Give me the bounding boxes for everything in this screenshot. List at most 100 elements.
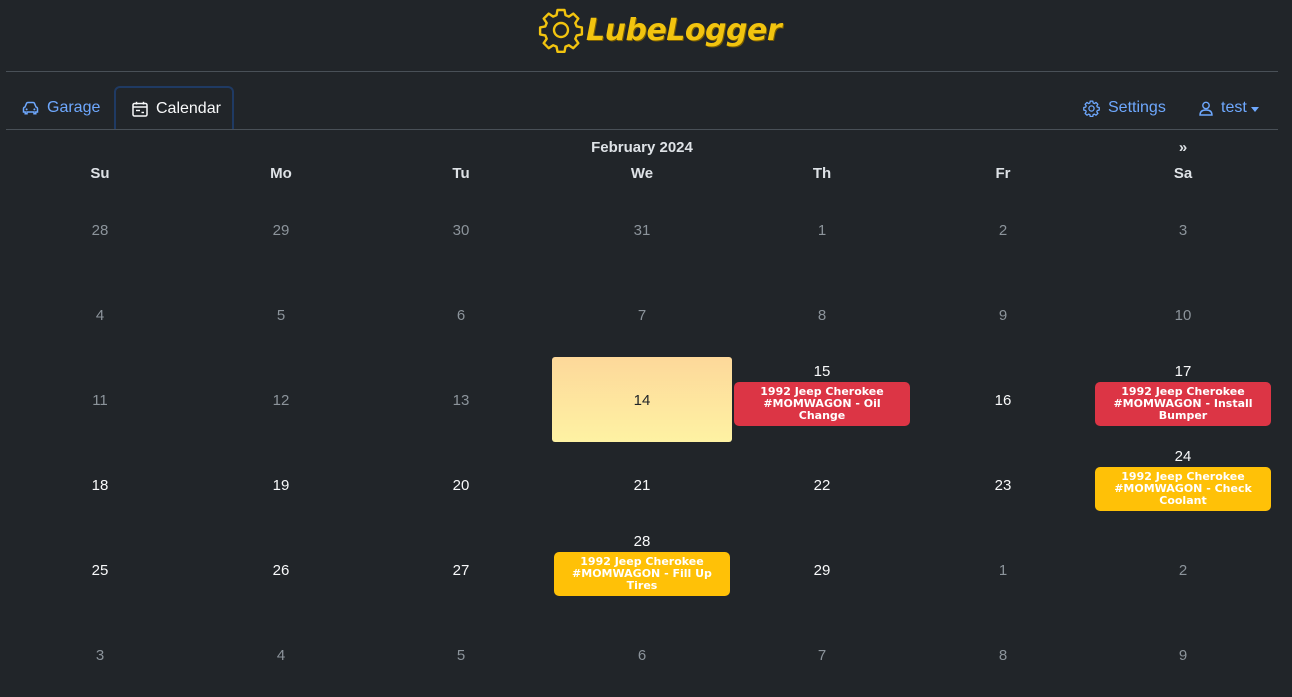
day-number: 30 <box>452 222 470 239</box>
calendar-day[interactable]: 2 <box>1093 527 1273 612</box>
calendar-day[interactable]: 20 <box>371 442 551 527</box>
settings-link[interactable]: Settings <box>1083 99 1166 117</box>
calendar-day-today[interactable]: 14 <box>552 357 732 442</box>
calendar-day[interactable]: 7 <box>552 272 732 357</box>
caret-down-icon <box>1250 106 1259 112</box>
settings-label: Settings <box>1108 99 1166 116</box>
calendar-day[interactable]: 25 <box>10 527 190 612</box>
day-number: 7 <box>637 307 647 324</box>
reminder-event[interactable]: 1992 Jeep Cherokee #MOMWAGON - Install B… <box>1095 382 1271 426</box>
calendar-day[interactable]: 27 <box>371 527 551 612</box>
tab-calendar[interactable]: Calendar <box>114 86 234 129</box>
day-number: 2 <box>1178 562 1188 579</box>
calendar-day[interactable]: 28 <box>10 187 190 272</box>
day-number: 14 <box>633 392 651 409</box>
calendar-day[interactable]: 29 <box>732 527 912 612</box>
calendar-day[interactable]: 30 <box>371 187 551 272</box>
calendar-day[interactable]: 6 <box>371 272 551 357</box>
reminder-event[interactable]: 1992 Jeep Cherokee #MOMWAGON - Check Coo… <box>1095 467 1271 511</box>
day-number: 5 <box>276 307 286 324</box>
weekday-label: Fr <box>995 165 1011 182</box>
day-number: 27 <box>452 562 470 579</box>
calendar-day[interactable]: 12 <box>191 357 371 442</box>
tab-calendar-label: Calendar <box>156 99 221 117</box>
day-number: 4 <box>95 307 105 324</box>
calendar-day[interactable]: 4 <box>191 612 371 697</box>
day-number: 21 <box>633 477 651 494</box>
day-number: 8 <box>998 647 1008 664</box>
day-number: 10 <box>1174 307 1192 324</box>
calendar-day[interactable]: 1 <box>913 527 1093 612</box>
calendar-day[interactable]: 18 <box>10 442 190 527</box>
weekday-label: Th <box>812 165 832 182</box>
calendar-day[interactable]: 5 <box>371 612 551 697</box>
calendar-day[interactable]: 6 <box>552 612 732 697</box>
calendar-icon <box>132 101 148 117</box>
logo[interactable]: LubeLogger <box>538 7 782 53</box>
nav-divider <box>6 129 1278 130</box>
gear-icon <box>1083 99 1100 117</box>
day-number: 19 <box>272 477 290 494</box>
calendar-day[interactable]: 5 <box>191 272 371 357</box>
day-number: 29 <box>272 222 290 239</box>
user-menu[interactable]: test <box>1199 99 1259 117</box>
header-divider <box>6 71 1278 72</box>
calendar-day[interactable]: 21 <box>552 442 732 527</box>
day-number: 29 <box>813 562 831 579</box>
calendar-day[interactable]: 24 1992 Jeep Cherokee #MOMWAGON - Check C… <box>1093 442 1273 527</box>
calendar-day[interactable]: 19 <box>191 442 371 527</box>
day-number: 15 <box>813 363 831 380</box>
calendar-day[interactable]: 16 <box>913 357 1093 442</box>
calendar-day[interactable]: 28 1992 Jeep Cherokee #MOMWAGON - Fill Up… <box>552 527 732 612</box>
day-number: 1 <box>817 222 827 239</box>
app-header: LubeLogger <box>0 0 1292 64</box>
day-number: 31 <box>633 222 651 239</box>
day-number: 17 <box>1174 363 1192 380</box>
day-number: 9 <box>1178 647 1188 664</box>
day-number: 2 <box>998 222 1008 239</box>
day-number: 25 <box>91 562 109 579</box>
day-number: 13 <box>452 392 470 409</box>
calendar-day[interactable]: 8 <box>913 612 1093 697</box>
calendar-day[interactable]: 8 <box>732 272 912 357</box>
user-label: test <box>1221 99 1247 116</box>
calendar-day[interactable]: 3 <box>1093 187 1273 272</box>
calendar-day[interactable]: 2 <box>913 187 1093 272</box>
day-number: 22 <box>813 477 831 494</box>
calendar-day[interactable]: 15 1992 Jeep Cherokee #MOMWAGON - Oil Cha… <box>732 357 912 442</box>
calendar-day[interactable]: 23 <box>913 442 1093 527</box>
tab-garage[interactable]: Garage <box>22 99 100 117</box>
day-number: 4 <box>276 647 286 664</box>
day-number: 18 <box>91 477 109 494</box>
day-number: 26 <box>272 562 290 579</box>
day-number: 24 <box>1174 448 1192 465</box>
calendar-day[interactable]: 1 <box>732 187 912 272</box>
day-number: 20 <box>452 477 470 494</box>
calendar-day[interactable]: 10 <box>1093 272 1273 357</box>
car-icon <box>22 101 39 115</box>
reminder-event[interactable]: 1992 Jeep Cherokee #MOMWAGON - Fill Up T… <box>554 552 730 596</box>
reminder-event[interactable]: 1992 Jeep Cherokee #MOMWAGON - Oil Chang… <box>734 382 910 426</box>
day-number: 28 <box>91 222 109 239</box>
logo-text: LubeLogger <box>586 12 782 48</box>
day-number: 12 <box>272 392 290 409</box>
calendar-day[interactable]: 9 <box>913 272 1093 357</box>
calendar-day[interactable]: 9 <box>1093 612 1273 697</box>
calendar-day[interactable]: 7 <box>732 612 912 697</box>
day-number: 3 <box>1178 222 1188 239</box>
day-number: 11 <box>92 392 108 409</box>
calendar-day[interactable]: 3 <box>10 612 190 697</box>
weekday-label: Tu <box>452 165 470 182</box>
calendar-day[interactable]: 29 <box>191 187 371 272</box>
calendar-day[interactable]: 11 <box>10 357 190 442</box>
calendar-day[interactable]: 13 <box>371 357 551 442</box>
calendar-day[interactable]: 17 1992 Jeep Cherokee #MOMWAGON - Install… <box>1093 357 1273 442</box>
tab-garage-label: Garage <box>47 99 101 116</box>
calendar-day[interactable]: 31 <box>552 187 732 272</box>
calendar-day[interactable]: 22 <box>732 442 912 527</box>
weekday-label: We <box>630 165 654 182</box>
next-month-button[interactable]: » <box>1170 139 1196 156</box>
calendar-day[interactable]: 26 <box>191 527 371 612</box>
calendar-day[interactable]: 4 <box>10 272 190 357</box>
weekday-label: Mo <box>270 165 292 182</box>
